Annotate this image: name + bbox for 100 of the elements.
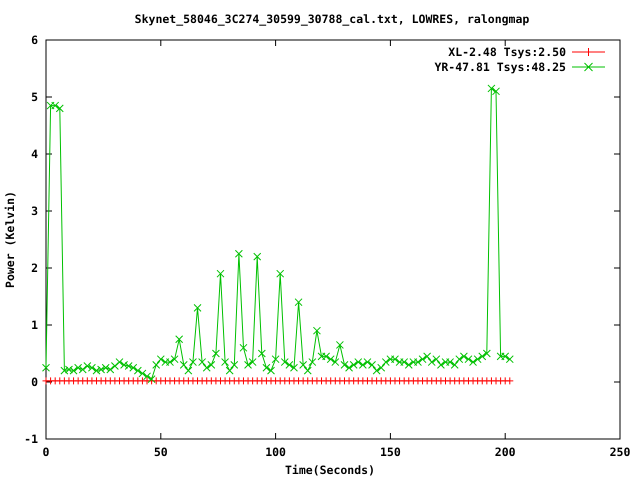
data-point-marker	[230, 360, 238, 369]
data-point-marker	[56, 376, 64, 385]
data-point-marker	[152, 376, 160, 385]
data-point-marker	[184, 376, 192, 385]
x-tick-label: 50	[154, 445, 168, 459]
data-point-marker	[51, 376, 60, 385]
data-point-marker	[354, 358, 362, 366]
data-point-marker	[180, 360, 188, 369]
data-point-marker	[207, 376, 216, 385]
data-point-marker	[212, 376, 220, 385]
data-point-marker	[386, 376, 394, 385]
data-point-marker	[253, 376, 262, 385]
data-point-marker	[382, 358, 390, 366]
data-point-marker	[280, 376, 289, 385]
data-point-marker	[248, 358, 257, 366]
y-tick-label: -1	[24, 432, 38, 446]
data-point-marker	[161, 376, 170, 385]
data-point-marker	[138, 376, 146, 385]
y-tick-label: 2	[31, 261, 38, 275]
y-axis-label: Power (Kelvin)	[3, 191, 17, 288]
data-point-marker	[460, 352, 468, 360]
data-point-marker	[244, 360, 252, 369]
data-point-marker	[423, 352, 432, 360]
x-axis-label: Time(Seconds)	[285, 463, 375, 477]
data-point-marker	[106, 365, 114, 374]
data-point-marker	[115, 376, 124, 385]
data-point-marker	[74, 364, 82, 372]
data-point-marker	[331, 358, 340, 366]
data-point-marker	[78, 376, 87, 385]
data-point-marker	[290, 376, 298, 385]
data-point-marker	[180, 376, 188, 385]
data-point-marker	[115, 358, 124, 366]
data-point-marker	[60, 366, 68, 375]
data-point-marker	[409, 358, 418, 366]
data-point-marker	[386, 355, 394, 364]
data-point-marker	[400, 358, 408, 366]
data-point-marker	[460, 376, 468, 385]
data-point-marker	[331, 376, 340, 385]
data-point-marker	[308, 376, 316, 385]
data-point-marker	[501, 376, 510, 385]
data-point-marker	[184, 366, 192, 375]
data-point-marker	[216, 270, 224, 278]
data-point-marker	[138, 369, 146, 378]
data-point-marker	[377, 364, 386, 372]
data-point-marker	[51, 102, 60, 110]
y-tick-label: 5	[31, 90, 38, 104]
data-point-marker	[372, 366, 381, 375]
data-point-marker	[156, 376, 165, 385]
data-point-marker	[363, 358, 372, 366]
data-point-marker	[221, 358, 230, 366]
data-point-marker	[46, 102, 55, 110]
data-point-marker	[450, 376, 459, 385]
data-point-marker	[482, 376, 491, 385]
data-point-marker	[276, 376, 284, 385]
data-point-marker	[322, 352, 330, 360]
data-point-marker	[230, 376, 238, 385]
data-point-marker	[262, 376, 270, 385]
data-point-marker	[436, 376, 445, 385]
data-point-marker	[436, 360, 445, 369]
data-point-marker	[285, 360, 294, 369]
data-point-marker	[143, 372, 152, 380]
data-point-marker	[358, 360, 367, 369]
data-point-marker	[280, 358, 289, 366]
data-point-marker	[88, 376, 96, 385]
data-point-marker	[120, 360, 128, 369]
data-point-marker	[506, 355, 514, 364]
data-point-marker	[194, 304, 202, 312]
legend-label: YR-47.81 Tsys:48.25	[434, 60, 566, 74]
data-point-marker	[409, 376, 418, 385]
data-point-marker	[363, 376, 372, 385]
data-point-marker	[340, 376, 348, 385]
data-point-marker	[354, 376, 362, 385]
data-point-marker	[584, 48, 593, 56]
data-point-marker	[110, 362, 119, 370]
data-point-marker	[64, 376, 73, 385]
data-point-marker	[432, 376, 440, 385]
data-point-marker	[42, 364, 50, 372]
data-point-marker	[326, 376, 335, 385]
data-point-marker	[106, 376, 114, 385]
data-point-marker	[156, 355, 165, 364]
data-point-marker	[161, 358, 170, 366]
data-point-marker	[166, 376, 174, 385]
data-point-marker	[234, 250, 243, 258]
data-point-marker	[506, 376, 514, 385]
x-tick-label: 200	[494, 445, 516, 459]
data-point-marker	[226, 376, 234, 385]
data-point-marker	[326, 355, 335, 364]
data-point-marker	[584, 62, 593, 72]
data-point-marker	[358, 376, 367, 385]
data-point-marker	[262, 364, 270, 372]
data-point-marker	[202, 364, 211, 372]
data-point-marker	[56, 104, 64, 112]
data-point-marker	[336, 340, 344, 349]
data-point-marker	[124, 362, 133, 370]
x-tick-label: 150	[380, 445, 401, 459]
data-point-marker	[478, 376, 486, 385]
data-point-marker	[258, 376, 266, 385]
data-point-marker	[285, 376, 294, 385]
legend-line-sample	[572, 66, 606, 68]
data-point-marker	[350, 360, 358, 369]
